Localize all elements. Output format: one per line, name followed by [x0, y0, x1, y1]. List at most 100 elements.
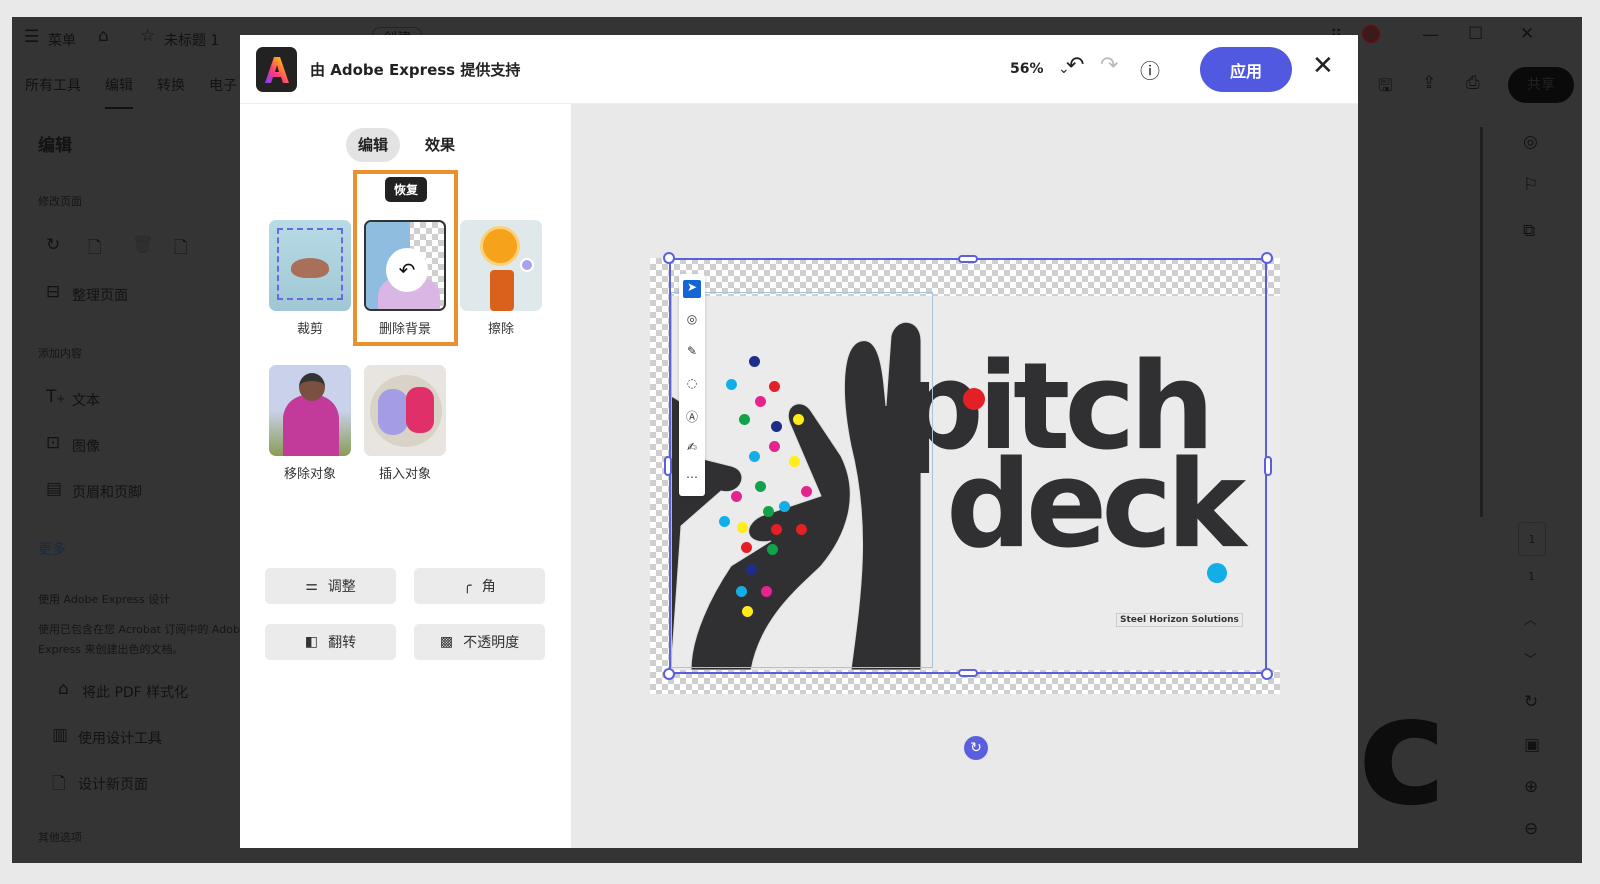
insert-object-label: 插入对象 — [378, 467, 431, 482]
food-image — [406, 387, 434, 433]
rotate-page-icon[interactable]: ↻ — [46, 235, 60, 255]
page-total: 1 — [1528, 570, 1535, 583]
rotate-handle-icon[interactable]: ↻ — [964, 736, 988, 760]
brush-cursor-icon — [520, 258, 534, 272]
select-tool-icon[interactable]: ➤ — [683, 280, 701, 298]
delete-page-icon[interactable]: 🗑 — [132, 235, 154, 255]
orange-image — [480, 226, 520, 266]
page-number-input[interactable]: 1 — [1518, 522, 1546, 556]
design-new-page-item[interactable]: 设计新页面 — [78, 774, 148, 794]
tooltip-restore: 恢复 — [385, 177, 428, 202]
extract-page-icon[interactable]: 🗋 — [174, 235, 188, 264]
more-tools-icon[interactable]: ⋯ — [683, 470, 701, 488]
insert-object-tool[interactable] — [364, 365, 446, 456]
resize-handle-top[interactable] — [958, 255, 978, 263]
erase-tool[interactable] — [460, 220, 542, 311]
sign-tool-icon[interactable]: ✍ — [683, 440, 701, 458]
bottle-image — [490, 270, 514, 311]
organize-pages-icon: ⊟ — [46, 282, 61, 302]
add-text-item[interactable]: 文本 — [72, 390, 100, 410]
close-window-icon[interactable]: ✕ — [1520, 24, 1534, 44]
tab-edit[interactable]: 编辑 — [346, 128, 401, 162]
maximize-icon[interactable]: ☐ — [1468, 24, 1483, 44]
menu-icon[interactable]: ☰ — [24, 27, 39, 47]
organize-pages-item[interactable]: 整理页面 — [72, 285, 128, 305]
pen-tool-icon[interactable]: ✎ — [683, 344, 701, 362]
pages-icon[interactable]: ⧉ — [1523, 221, 1535, 241]
document-title[interactable]: 未标题 1 — [164, 30, 219, 50]
restore-icon[interactable]: ↶ — [386, 248, 428, 292]
corner-button[interactable]: ╭ 角 — [414, 568, 545, 604]
text-box-tool-icon[interactable]: Ⓐ — [683, 408, 701, 426]
minimize-icon[interactable]: — — [1422, 25, 1439, 45]
crop-tool[interactable] — [269, 220, 351, 311]
upload-cloud-icon[interactable]: ⇪ — [1422, 73, 1436, 93]
resize-handle-tr[interactable] — [1261, 252, 1273, 264]
opacity-button[interactable]: ▩ 不透明度 — [414, 624, 545, 660]
comment-tool-icon[interactable]: ◎ — [683, 312, 701, 330]
resize-handle-bottom[interactable] — [958, 669, 978, 677]
more-link[interactable]: 更多 — [38, 539, 66, 559]
prev-page-icon[interactable]: ︿ — [1524, 609, 1537, 628]
document-text-fragment: c — [1358, 665, 1447, 839]
add-image-item[interactable]: 图像 — [72, 436, 100, 456]
fit-page-icon[interactable]: ▣ — [1524, 735, 1540, 755]
image-canvas: pitch deck Steel Horizon Solutions ↻ ➤ ◎… — [571, 104, 1358, 848]
express-description: 使用已包含在您 Acrobat 订阅中的 Adobe — [38, 623, 247, 636]
undo-button-icon[interactable]: ↶ — [1066, 53, 1084, 78]
tab-edit[interactable]: 编辑 — [105, 75, 133, 109]
resize-handle-br[interactable] — [1261, 668, 1273, 680]
close-icon[interactable]: ✕ — [1312, 51, 1334, 81]
adjust-button[interactable]: ⚌ 调整 — [265, 568, 396, 604]
apply-button[interactable]: 应用 — [1200, 47, 1292, 92]
remove-background-label: 删除背景 — [378, 322, 431, 337]
redo-icon[interactable]: ↷ — [1100, 53, 1118, 78]
express-design-link[interactable]: 使用 Adobe Express 设计 — [38, 591, 170, 607]
section-modify-pages: 修改页面 — [38, 195, 82, 208]
header-footer-item[interactable]: 页眉和页脚 — [72, 482, 142, 502]
remove-object-tool[interactable] — [269, 365, 351, 456]
flip-label: 翻转 — [328, 635, 357, 651]
replace-page-icon[interactable]: 🗋 — [88, 235, 102, 264]
add-text-icon: T₊ — [46, 387, 66, 407]
style-pdf-item[interactable]: 将此 PDF 样式化 — [82, 682, 188, 702]
erase-label: 擦除 — [487, 322, 514, 337]
resize-handle-left[interactable] — [664, 456, 672, 476]
save-icon[interactable]: 🖫 — [1378, 73, 1392, 102]
rotate-view-icon[interactable]: ↻ — [1524, 692, 1538, 712]
share-button[interactable]: 共享 — [1508, 67, 1574, 103]
tab-effects[interactable]: 效果 — [413, 128, 467, 162]
comment-icon[interactable]: ◎ — [1523, 132, 1538, 152]
design-tools-item[interactable]: 使用设计工具 — [78, 728, 162, 748]
next-page-icon[interactable]: ﹀ — [1524, 649, 1537, 668]
remove-background-tool[interactable]: ↶ — [364, 220, 446, 311]
opacity-icon: ▩ — [439, 634, 454, 650]
history-icon[interactable]: ⓘ — [1140, 55, 1160, 84]
resize-handle-tl[interactable] — [663, 252, 675, 264]
selection-box[interactable] — [669, 258, 1267, 674]
tab-convert[interactable]: 转换 — [157, 75, 185, 95]
teapot-image — [291, 258, 329, 278]
menu-label[interactable]: 菜单 — [48, 30, 76, 50]
flip-button[interactable]: ◧ 翻转 — [265, 624, 396, 660]
corner-radius-icon: ╭ — [463, 578, 472, 594]
tools-panel: 编辑 效果 恢复 裁剪 ↶ 删除背景 擦除 移除对象 插入对象 ⚌ 调整 ╭ 角… — [240, 104, 571, 848]
lasso-tool-icon[interactable]: ◌ — [683, 376, 701, 394]
tab-all-tools[interactable]: 所有工具 — [25, 75, 81, 95]
opacity-label: 不透明度 — [463, 635, 520, 651]
zoom-out-icon[interactable]: ⊖ — [1524, 819, 1538, 839]
design-tools-icon: ▥ — [52, 725, 69, 745]
zoom-level[interactable]: 56% — [1010, 61, 1044, 77]
sliders-icon: ⚌ — [305, 578, 318, 594]
tab-esign[interactable]: 电子 — [209, 75, 237, 95]
scrollbar[interactable] — [1480, 127, 1483, 517]
print-icon[interactable]: ⎙ — [1466, 73, 1480, 93]
zoom-in-icon[interactable]: ⊕ — [1524, 777, 1538, 797]
avatar[interactable] — [1362, 25, 1380, 43]
resize-handle-bl[interactable] — [663, 668, 675, 680]
sidebar-title: 编辑 — [38, 136, 72, 156]
home-icon[interactable]: ⌂ — [98, 26, 109, 46]
bookmark-icon[interactable]: ⚐ — [1523, 175, 1538, 195]
star-icon[interactable]: ☆ — [140, 26, 155, 46]
resize-handle-right[interactable] — [1264, 456, 1272, 476]
